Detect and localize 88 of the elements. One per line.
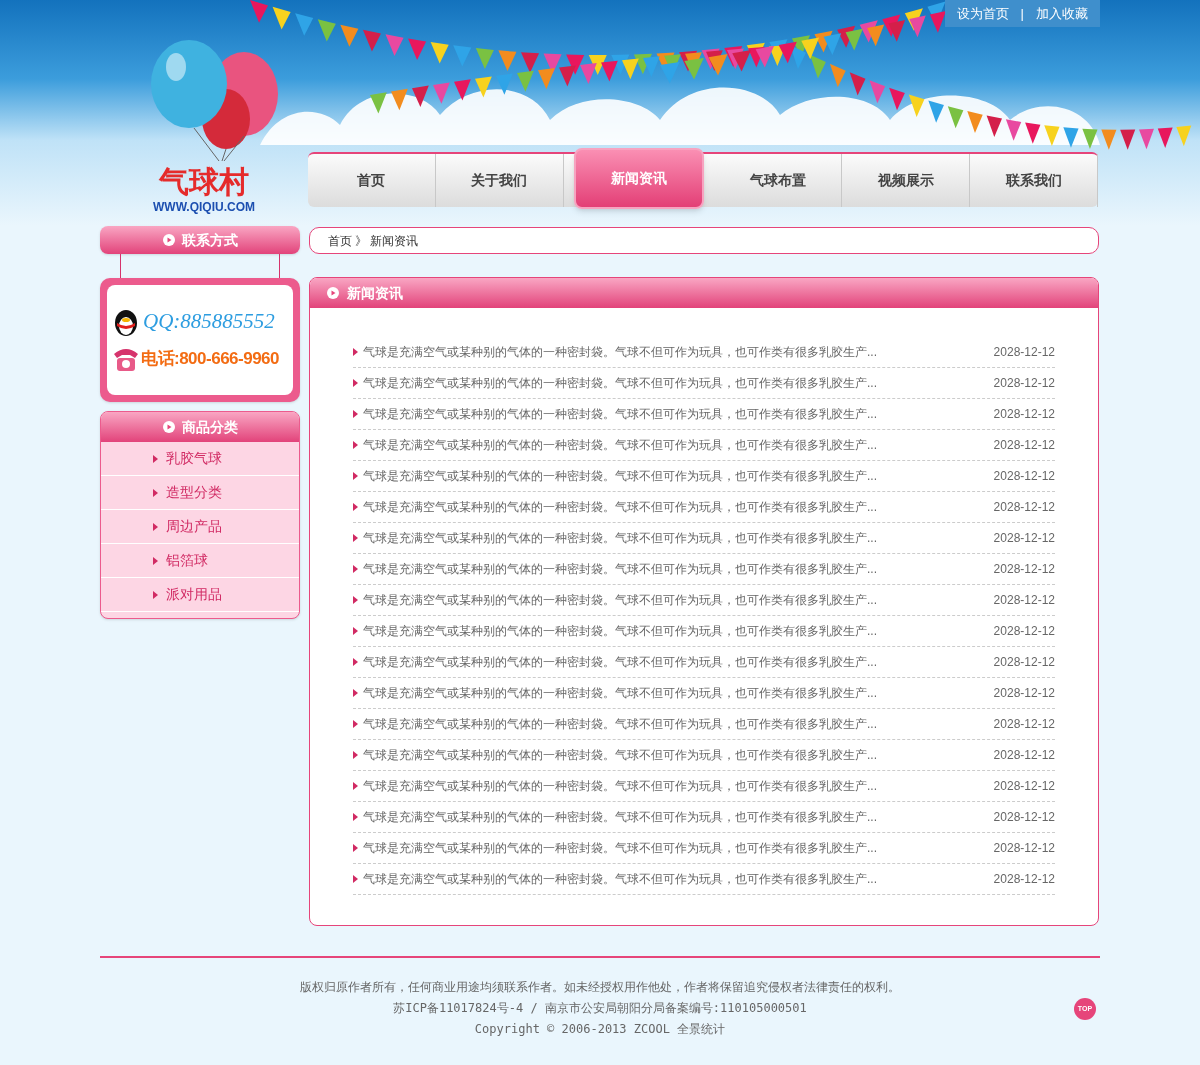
caret-icon xyxy=(353,410,358,418)
news-date: 2028-12-12 xyxy=(993,530,1055,547)
caret-icon xyxy=(153,454,158,463)
news-date: 2028-12-12 xyxy=(993,840,1055,857)
news-link[interactable]: 气球是充满空气或某种别的气体的一种密封袋。气球不但可作为玩具，也可作类有很多乳胶生产... xyxy=(363,715,994,733)
news-link[interactable]: 气球是充满空气或某种别的气体的一种密封袋。气球不但可作为玩具，也可作类有很多乳胶生产... xyxy=(363,653,994,671)
footer-text: 版权归原作者所有，任何商业用途均须联系作者。如未经授权用作他处，作者将保留追究侵权者法律责任的权利。 xyxy=(300,979,900,996)
category-title: 商品分类 xyxy=(181,417,238,437)
news-link[interactable]: 气球是充满空气或某种别的气体的一种密封袋。气球不但可作为玩具，也可作类有很多乳胶生产... xyxy=(363,343,994,361)
phone-number: 电话:800-666-9960 xyxy=(141,348,280,370)
caret-icon xyxy=(353,348,358,356)
news-date: 2028-12-12 xyxy=(993,778,1055,795)
news-date: 2028-12-12 xyxy=(993,406,1055,423)
caret-icon xyxy=(353,720,358,728)
caret-icon xyxy=(353,472,358,480)
news-date: 2028-12-12 xyxy=(993,468,1055,485)
category-item[interactable]: 派对用品 xyxy=(101,578,299,612)
set-homepage-link[interactable]: 设为首页 xyxy=(956,3,1009,24)
category-item[interactable]: 乳胶气球 xyxy=(101,442,299,476)
play-circle-icon xyxy=(162,421,175,433)
news-link[interactable]: 气球是充满空气或某种别的气体的一种密封袋。气球不但可作为玩具，也可作类有很多乳胶生产... xyxy=(363,870,994,888)
caret-icon xyxy=(353,658,358,666)
news-link[interactable]: 气球是充满空气或某种别的气体的一种密封袋。气球不但可作为玩具，也可作类有很多乳胶生产... xyxy=(363,467,994,485)
caret-icon xyxy=(353,875,358,883)
news-date: 2028-12-12 xyxy=(993,375,1055,392)
category-item[interactable]: 周边产品 xyxy=(101,510,299,544)
news-link[interactable]: 气球是充满空气或某种别的气体的一种密封袋。气球不但可作为玩具，也可作类有很多乳胶生产... xyxy=(363,405,994,423)
category-item[interactable]: 铝箔球 xyxy=(101,544,299,578)
news-date: 2028-12-12 xyxy=(993,437,1055,454)
breadcrumb-link[interactable]: 首页 xyxy=(328,231,352,250)
news-link[interactable]: 气球是充满空气或某种别的气体的一种密封袋。气球不但可作为玩具，也可作类有很多乳胶生产... xyxy=(363,374,994,392)
caret-icon xyxy=(353,627,358,635)
nav-tab[interactable]: 联系我们 xyxy=(970,154,1098,207)
news-link[interactable]: 气球是充满空气或某种别的气体的一种密封袋。气球不但可作为玩具，也可作类有很多乳胶生产... xyxy=(363,746,994,764)
news-title: 新闻资讯 xyxy=(347,283,403,303)
caret-icon xyxy=(353,441,358,449)
nav-tab[interactable]: 视频展示 xyxy=(842,154,971,207)
caret-icon xyxy=(353,565,358,573)
caret-icon xyxy=(353,844,358,852)
add-favorite-link[interactable]: 加入收藏 xyxy=(1036,3,1088,24)
footer-text: 苏ICP备11017824号-4 / 南京市公安局朝阳分局备案编号:110105000501 xyxy=(393,1000,807,1017)
news-link[interactable]: 气球是充满空气或某种别的气体的一种密封袋。气球不但可作为玩具，也可作类有很多乳胶生产... xyxy=(363,622,994,640)
caret-icon xyxy=(353,689,358,697)
news-link[interactable]: 气球是充满空气或某种别的气体的一种密封袋。气球不但可作为玩具，也可作类有很多乳胶生产... xyxy=(363,498,994,516)
news-date: 2028-12-12 xyxy=(993,747,1055,764)
play-circle-icon xyxy=(327,287,339,299)
news-date: 2028-12-12 xyxy=(993,716,1055,733)
caret-icon xyxy=(153,556,158,565)
news-date: 2028-12-12 xyxy=(993,871,1055,888)
news-date: 2028-12-12 xyxy=(993,809,1055,826)
nav-tab[interactable]: 首页 xyxy=(308,154,436,207)
news-date: 2028-12-12 xyxy=(993,499,1055,516)
caret-icon xyxy=(353,782,358,790)
news-link[interactable]: 气球是充满空气或某种别的气体的一种密封袋。气球不但可作为玩具，也可作类有很多乳胶生产... xyxy=(363,777,994,795)
news-link[interactable]: 气球是充满空气或某种别的气体的一种密封袋。气球不但可作为玩具，也可作类有很多乳胶生产... xyxy=(363,839,994,857)
news-date: 2028-12-12 xyxy=(993,654,1055,671)
news-date: 2028-12-12 xyxy=(993,592,1055,609)
nav-tab[interactable]: 关于我们 xyxy=(435,154,564,207)
news-date: 2028-12-12 xyxy=(993,685,1055,702)
news-link[interactable]: 气球是充满空气或某种别的气体的一种密封袋。气球不但可作为玩具，也可作类有很多乳胶生产... xyxy=(363,591,994,609)
qq-number: QQ:885885552 xyxy=(143,308,275,336)
link-separator: | xyxy=(1020,4,1024,23)
footer-text: Copyright © 2006-2013 ZCOOL 全景统计 xyxy=(474,1021,726,1038)
news-link[interactable]: 气球是充满空气或某种别的气体的一种密封袋。气球不但可作为玩具，也可作类有很多乳胶生产... xyxy=(363,684,994,702)
caret-icon xyxy=(353,596,358,604)
caret-icon xyxy=(353,379,358,387)
news-link[interactable]: 气球是充满空气或某种别的气体的一种密封袋。气球不但可作为玩具，也可作类有很多乳胶生产... xyxy=(363,560,994,578)
news-date: 2028-12-12 xyxy=(993,344,1055,361)
news-date: 2028-12-12 xyxy=(993,561,1055,578)
caret-icon xyxy=(153,590,158,599)
logo-title: 气球村 xyxy=(159,166,249,198)
breadcrumb-separator: 》 xyxy=(355,232,367,250)
breadcrumb-current: 新闻资讯 xyxy=(370,232,418,250)
caret-icon xyxy=(153,488,158,497)
contact-title: 联系方式 xyxy=(181,230,238,250)
caret-icon xyxy=(353,534,358,542)
nav-tab[interactable]: 气球布置 xyxy=(714,154,843,207)
play-circle-icon xyxy=(162,234,175,246)
caret-icon xyxy=(153,522,158,531)
logo-url: WWW.QIQIU.COM xyxy=(153,199,255,216)
caret-icon xyxy=(353,503,358,511)
category-item[interactable]: 造型分类 xyxy=(101,476,299,510)
news-link[interactable]: 气球是充满空气或某种别的气体的一种密封袋。气球不但可作为玩具，也可作类有很多乳胶生产... xyxy=(363,436,994,454)
news-link[interactable]: 气球是充满空气或某种别的气体的一种密封袋。气球不但可作为玩具，也可作类有很多乳胶生产... xyxy=(363,808,994,826)
news-date: 2028-12-12 xyxy=(993,623,1055,640)
caret-icon xyxy=(353,751,358,759)
caret-icon xyxy=(353,813,358,821)
news-link[interactable]: 气球是充满空气或某种别的气体的一种密封袋。气球不但可作为玩具，也可作类有很多乳胶生产... xyxy=(363,529,994,547)
